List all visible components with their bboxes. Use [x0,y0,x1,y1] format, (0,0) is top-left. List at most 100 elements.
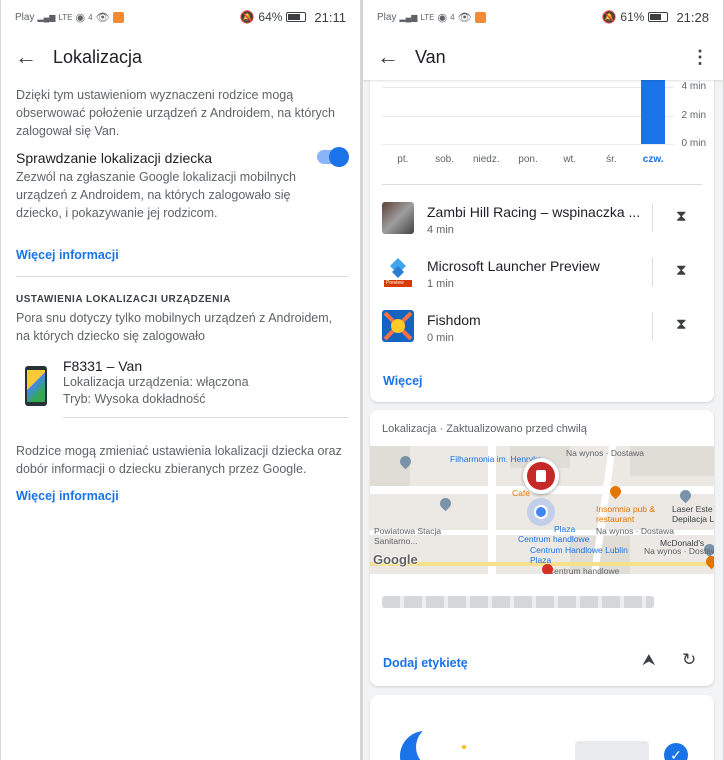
poi-label: Na wynos · Dostawa [596,526,674,536]
location-card: Lokalizacja · Zaktualizowano przed chwil… [370,410,714,686]
chart-bar[interactable] [641,80,666,144]
poi-label: Na wynos · Dostawa [566,448,644,458]
app-time: 1 min [427,278,454,290]
fishdom-icon [382,310,414,342]
poi-label: Cafe [512,488,530,498]
refresh-icon[interactable]: ↻ [682,650,696,670]
device-location-status: Lokalizacja urządzenia: włączona [63,375,249,389]
map[interactable]: Filharmonia im. Henryka Powiatowa Stacja… [370,446,714,574]
wifi-badge: 4 [450,12,455,22]
section-description: Pora snu dotyczy tylko mobilnych urządze… [16,311,333,343]
car-game-icon [382,202,414,234]
divider [16,276,348,277]
battery-percent: 64% [258,10,283,24]
app-time: 0 min [427,332,454,344]
add-label-link[interactable]: Dodaj etykietę [383,656,468,670]
more-vert-icon[interactable]: ⋮ [691,47,709,68]
back-arrow-icon[interactable]: ← [377,44,415,70]
mute-bell-icon: 🔕 [239,10,255,24]
app-row-launcher[interactable]: Preview Microsoft Launcher Preview 1 min… [370,246,714,300]
notification-icon [474,11,486,23]
chart-y-tick: 4 min [681,81,706,93]
wifi-icon: ◉ [437,11,448,24]
device-name[interactable]: F8331 – Van [63,358,142,374]
divider [63,417,348,418]
microsoft-launcher-icon: Preview [382,256,414,288]
app-name: Microsoft Launcher Preview [427,258,600,274]
chart-x-tick[interactable]: pon. [508,154,548,165]
app-bar: ← Lokalizacja [1,34,360,80]
battery-icon [286,12,307,22]
mute-bell-icon: 🔕 [601,10,617,24]
preview-badge: Preview [386,280,404,286]
chart-y-tick: 2 min [681,109,706,121]
chart-y-tick: 0 min [681,138,706,149]
app-row-zambi[interactable]: Zambi Hill Racing – wspinaczka ... 4 min… [370,192,714,246]
status-bar: Play ▂▄▆ LTE ◉ 4 👁 🔕 64% 21:11 [1,0,360,34]
clock: 21:28 [676,9,709,25]
operator-label: Play [377,11,397,23]
hourglass-icon[interactable]: ⧗ [676,208,687,225]
eye-icon: 👁 [95,11,110,24]
back-arrow-icon[interactable]: ← [15,44,53,70]
lte-label: LTE [420,12,435,22]
poi-label: Centrum handlowe [548,566,620,574]
intro-text: Dzięki tym ustawieniom wyznaczeni rodzic… [16,88,335,138]
star-icon [462,745,466,749]
poi-label: Insomnia pub & restaurant [596,504,656,524]
google-logo: Google [373,552,418,567]
chart-x-tick[interactable]: śr. [591,154,631,165]
chart-x-tick[interactable]: sob. [425,154,465,165]
eye-icon: 👁 [457,11,472,24]
poi-label: Centrum handlowe [518,534,590,544]
page-title: Lokalizacja [53,46,143,67]
navigate-icon[interactable]: ⮝ [642,652,656,670]
wifi-badge: 4 [88,12,93,22]
bedtime-card: ✓ [370,695,714,760]
child-profile-screen: Play ▂▄▆ LTE ◉ 4 👁 🔕 61% 21:28 ← Van ⋮ 4… [363,0,723,760]
chart-gridline [382,115,674,117]
app-bar: ← Van ⋮ [363,34,723,80]
notification-icon [112,11,124,23]
poi-label: Laser Este Depilacja L [672,504,714,524]
footer-text: Rodzice mogą zmieniać ustawienia lokaliz… [16,444,342,476]
location-header: Lokalizacja · Zaktualizowano przed chwil… [382,423,587,435]
app-usage-card: 4 min 2 min 0 min pt. sob. niedz. pon. wt. śr. cz… [370,80,714,402]
child-avatar-marker[interactable] [523,458,559,494]
app-time: 4 min [427,224,454,236]
location-dot [534,505,548,519]
map-pin-icon [437,495,454,512]
signal-icon: ▂▄▆ [37,12,56,22]
battery-icon [648,12,669,22]
operator-label: Play [15,11,35,23]
app-row-fishdom[interactable]: Fishdom 0 min ⧗ [370,300,714,354]
page-title: Van [415,46,446,67]
chart-x-tick[interactable]: niedz. [466,154,506,165]
chart-x-tick[interactable]: czw. [633,154,673,165]
app-name: Fishdom [427,312,481,328]
setting-title: Sprawdzanie lokalizacji dziecka [16,150,213,166]
poi-label: Centrum Handlowe Lublin Plaza [530,545,628,565]
check-icon[interactable]: ✓ [664,743,688,760]
location-settings-screen: Play ▂▄▆ LTE ◉ 4 👁 🔕 64% 21:11 ← Lokaliz… [1,0,360,760]
status-bar: Play ▂▄▆ LTE ◉ 4 👁 🔕 61% 21:28 [363,0,723,34]
app-name: Zambi Hill Racing – wspinaczka ... [427,204,641,220]
usage-chart: 4 min 2 min 0 min pt. sob. niedz. pon. wt. śr. cz… [370,80,714,176]
more-info-link[interactable]: Więcej informacji [16,246,346,264]
section-header: USTAWIENIA LOKALIZACJI URZĄDZENIA [16,294,231,305]
more-info-link-2[interactable]: Więcej informacji [16,487,346,505]
lte-label: LTE [58,12,73,22]
setting-description: Zezwól na zgłaszanie Google lokalizacji … [16,170,296,220]
signal-icon: ▂▄▆ [399,12,418,22]
more-apps-link[interactable]: Więcej [383,374,423,388]
divider [382,184,702,185]
wifi-icon: ◉ [75,11,86,24]
food-pin-icon [703,553,714,570]
hourglass-icon[interactable]: ⧗ [676,262,687,279]
chart-x-tick[interactable]: wt. [550,154,590,165]
location-toggle[interactable] [317,147,349,167]
hourglass-icon[interactable]: ⧗ [676,316,687,333]
chart-x-tick[interactable]: pt. [383,154,423,165]
poi-label: Powiatowa Stacja Sanitarno... [374,526,442,546]
device-mode: Tryb: Wysoka dokładność [63,392,206,406]
